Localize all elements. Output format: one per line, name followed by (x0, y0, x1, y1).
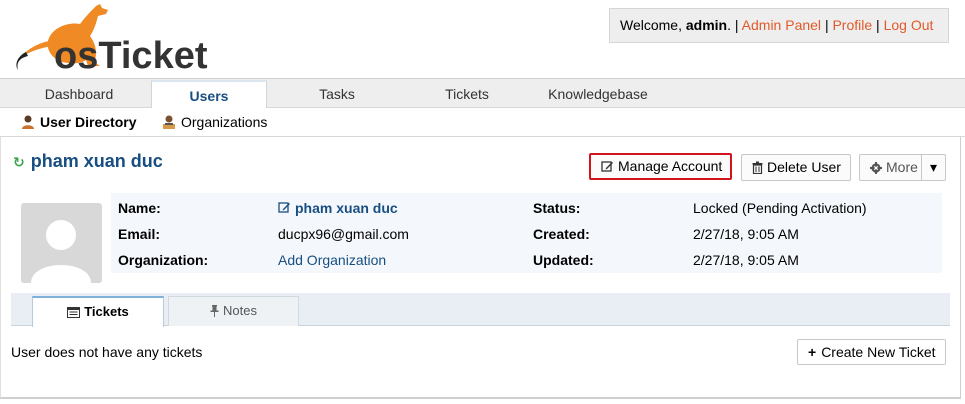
name-label: Name: (118, 200, 161, 216)
status-value: Locked (Pending Activation) (693, 200, 867, 216)
main-nav: Dashboard Users Tasks Tickets Knowledgeb… (0, 78, 965, 108)
user-tabs: Tickets Notes (11, 293, 950, 327)
create-new-ticket-button[interactable]: + Create New Ticket (797, 339, 946, 365)
delete-user-button[interactable]: Delete User (741, 154, 851, 181)
tab-users[interactable]: Users (151, 80, 267, 108)
separator: | (734, 17, 739, 33)
subnav-organizations[interactable]: Organizations (161, 113, 267, 133)
create-ticket-label: Create New Ticket (821, 344, 936, 360)
logout-link[interactable]: Log Out (884, 17, 934, 33)
email-label: Email: (118, 226, 161, 242)
trash-icon (752, 161, 763, 175)
user-title[interactable]: pham xuan duc (31, 151, 163, 171)
separator: | (824, 17, 829, 33)
edit-icon (601, 161, 613, 172)
osticket-logo[interactable]: osTicket (10, 0, 215, 74)
admin-panel-link[interactable]: Admin Panel (742, 17, 821, 33)
tab-user-notes[interactable]: Notes (168, 296, 299, 326)
profile-link[interactable]: Profile (832, 17, 872, 33)
edit-icon (278, 202, 290, 213)
avatar (21, 203, 102, 283)
organizations-icon (163, 115, 175, 129)
welcome-prefix: Welcome, (620, 17, 686, 33)
tab-tasks[interactable]: Tasks (270, 79, 404, 108)
email-value: ducpx96@gmail.com (278, 226, 409, 242)
tab-dashboard[interactable]: Dashboard (0, 79, 158, 108)
logo-text: osTicket (54, 35, 208, 74)
user-directory-icon (22, 115, 34, 129)
tab-user-tickets[interactable]: Tickets (32, 296, 164, 327)
header: osTicket Welcome, admin. | Admin Panel |… (0, 0, 965, 78)
status-label: Status: (533, 200, 581, 216)
tab-label: Notes (223, 303, 257, 318)
tab-tickets[interactable]: Tickets (404, 79, 530, 108)
tab-knowledgebase[interactable]: Knowledgebase (530, 79, 666, 108)
subnav-user-directory[interactable]: User Directory (20, 113, 137, 133)
page-title: ↻ pham xuan duc (13, 151, 163, 172)
pin-icon (210, 305, 219, 317)
delete-user-label: Delete User (767, 159, 841, 175)
tickets-icon (67, 307, 81, 318)
subnav-label: Organizations (181, 114, 268, 130)
subnav-label: User Directory (40, 114, 137, 130)
more-button[interactable]: More ▾ (859, 154, 946, 181)
updated-value: 2/27/18, 9:05 AM (693, 252, 799, 268)
chevron-down-icon[interactable]: ▾ (921, 155, 945, 180)
gear-icon (870, 162, 882, 174)
refresh-icon[interactable]: ↻ (13, 154, 25, 170)
welcome-suffix: . (727, 17, 735, 33)
separator: | (876, 17, 880, 33)
tab-label: Tickets (84, 304, 129, 319)
more-label: More (886, 159, 918, 175)
organization-label: Organization: (118, 252, 209, 268)
created-label: Created: (533, 226, 590, 242)
sub-nav: User Directory Organizations (0, 108, 965, 137)
add-organization-link[interactable]: Add Organization (278, 252, 386, 268)
name-value[interactable]: pham xuan duc (278, 200, 398, 216)
updated-label: Updated: (533, 252, 594, 268)
manage-account-button[interactable]: Manage Account (589, 153, 732, 180)
manage-account-label: Manage Account (618, 158, 723, 174)
name-text: pham xuan duc (295, 200, 398, 216)
plus-icon: + (808, 344, 817, 360)
empty-tickets-message: User does not have any tickets (11, 344, 203, 360)
username: admin (685, 17, 728, 33)
created-value: 2/27/18, 9:05 AM (693, 226, 799, 242)
user-view: ↻ pham xuan duc Manage Account Delete Use… (0, 137, 961, 399)
user-box: Welcome, admin. | Admin Panel | Profile … (609, 8, 949, 43)
